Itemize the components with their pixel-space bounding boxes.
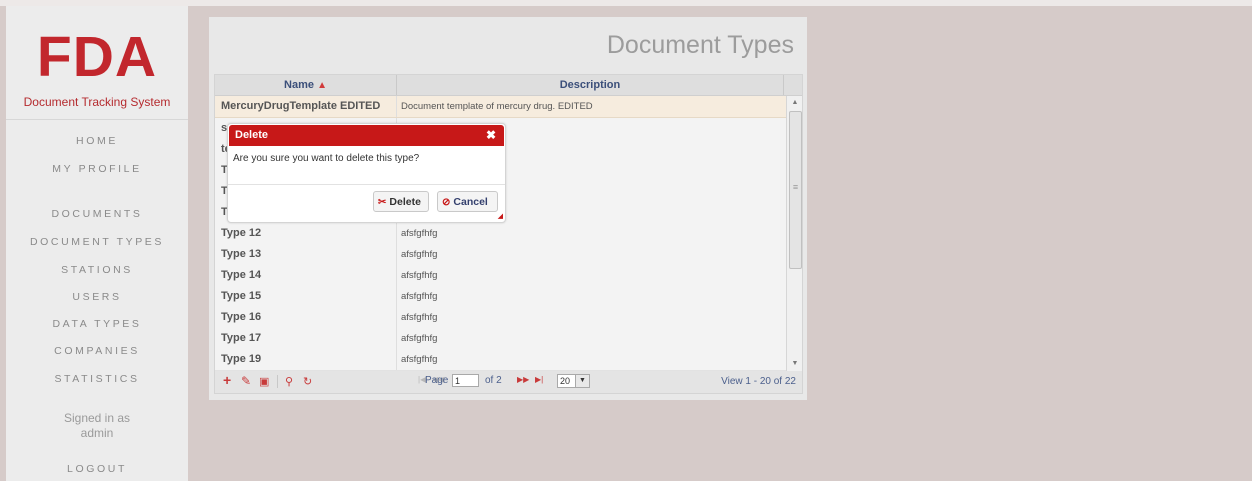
table-row[interactable]: Type 17 afsfgfhfg bbox=[215, 328, 786, 350]
page-count-label: of 2 bbox=[485, 375, 502, 386]
cancel-icon: ⊘ bbox=[442, 197, 451, 208]
page-label: Page bbox=[425, 375, 449, 386]
cell-name: Type 15 bbox=[215, 286, 397, 307]
column-header-name[interactable]: Name ▲ bbox=[215, 75, 397, 95]
add-icon[interactable]: + bbox=[223, 372, 231, 388]
cell-description: afsfgfhfg bbox=[401, 354, 438, 365]
scissors-icon: ✂ bbox=[378, 197, 387, 208]
logout-link[interactable]: LOGOUT bbox=[6, 463, 188, 475]
cancel-button-label: Cancel bbox=[453, 196, 488, 208]
table-row[interactable]: Type 19 afsfgfhfg bbox=[215, 349, 786, 371]
dialog-title: Delete bbox=[235, 129, 269, 141]
search-icon[interactable]: ⚲ bbox=[285, 375, 293, 388]
page-number-input[interactable]: 1 bbox=[452, 374, 479, 387]
sidebar-item-data-types[interactable]: DATA TYPES bbox=[6, 318, 188, 330]
view-count: View 1 - 20 of 22 bbox=[721, 376, 796, 387]
sidebar-item-statistics[interactable]: STATISTICS bbox=[6, 373, 188, 385]
column-header-name-label: Name bbox=[284, 79, 314, 91]
signed-in-user: admin bbox=[80, 426, 114, 440]
sidebar-item-home[interactable]: HOME bbox=[6, 135, 188, 147]
grid-header: Name ▲ Description bbox=[215, 75, 802, 96]
delete-icon[interactable]: ▣ bbox=[259, 375, 269, 388]
page-size-value: 20 bbox=[560, 376, 571, 386]
grid-pager: + ✎ ▣ ⚲ ↻ |◀ ◀◀ Page 1 of 2 ▶▶ ▶| 20 ▼ V… bbox=[214, 371, 803, 394]
delete-button-label: Delete bbox=[389, 196, 421, 208]
page-title: Document Types bbox=[606, 31, 794, 59]
sidebar-item-document-types[interactable]: DOCUMENT TYPES bbox=[6, 236, 188, 248]
table-row[interactable]: Type 14 afsfgfhfg bbox=[215, 265, 786, 287]
sidebar-item-companies[interactable]: COMPANIES bbox=[6, 345, 188, 357]
dialog-divider bbox=[228, 184, 505, 185]
scroll-down-icon[interactable]: ▼ bbox=[787, 357, 802, 371]
sidebar: FDA Document Tracking System HOME MY PRO… bbox=[6, 6, 188, 481]
page-size-select[interactable]: 20 ▼ bbox=[557, 374, 590, 388]
cell-name: Type 17 bbox=[215, 328, 397, 349]
dialog-titlebar[interactable]: Delete ✖ bbox=[229, 125, 504, 146]
cell-name: Type 19 bbox=[215, 349, 397, 370]
scroll-thumb[interactable]: ≡ bbox=[789, 111, 802, 269]
sidebar-item-documents[interactable]: DOCUMENTS bbox=[6, 208, 188, 220]
sidebar-divider bbox=[6, 119, 188, 120]
close-icon[interactable]: ✖ bbox=[486, 125, 496, 146]
table-row[interactable]: Type 12 afsfgfhfg bbox=[215, 223, 786, 245]
refresh-icon[interactable]: ↻ bbox=[303, 375, 312, 388]
app-logo[interactable]: FDA bbox=[6, 28, 188, 86]
sidebar-item-my-profile[interactable]: MY PROFILE bbox=[6, 163, 188, 175]
table-row[interactable]: Type 13 afsfgfhfg bbox=[215, 244, 786, 266]
cell-name: MercuryDrugTemplate EDITED bbox=[215, 96, 397, 117]
table-row[interactable]: MercuryDrugTemplate EDITED Document temp… bbox=[215, 96, 786, 118]
cell-description: afsfgfhfg bbox=[401, 291, 438, 302]
column-header-description[interactable]: Description bbox=[397, 75, 784, 95]
toolbar-divider bbox=[277, 375, 278, 388]
dialog-message: Are you sure you want to delete this typ… bbox=[233, 153, 420, 164]
document-types-grid: Name ▲ Description MercuryDrugTemplate E… bbox=[214, 74, 803, 372]
cell-description: afsfgfhfg bbox=[401, 333, 438, 344]
sort-asc-icon: ▲ bbox=[317, 80, 327, 91]
grid-scrollbar[interactable]: ▲ ≡ ▼ bbox=[786, 96, 802, 371]
cell-name: Type 14 bbox=[215, 265, 397, 286]
delete-button[interactable]: ✂ Delete bbox=[373, 191, 429, 212]
cell-name: Type 12 bbox=[215, 223, 397, 244]
cell-description: afsfgfhfg bbox=[401, 228, 438, 239]
next-page-icon[interactable]: ▶▶ bbox=[517, 375, 529, 384]
cell-description: afsfgfhfg bbox=[401, 270, 438, 281]
resize-grip-icon[interactable]: ◢ bbox=[498, 212, 503, 220]
grip-icon: ≡ bbox=[792, 182, 799, 192]
table-row[interactable]: Type 15 afsfgfhfg bbox=[215, 286, 786, 308]
delete-dialog: Delete ✖ Are you sure you want to delete… bbox=[227, 123, 506, 223]
app-subtitle: Document Tracking System bbox=[23, 95, 171, 109]
signed-in-label: Signed in as bbox=[63, 411, 131, 425]
last-page-icon[interactable]: ▶| bbox=[535, 375, 543, 384]
cell-name: Type 13 bbox=[215, 244, 397, 265]
sidebar-item-users[interactable]: USERS bbox=[6, 291, 188, 303]
cell-name: Type 16 bbox=[215, 307, 397, 328]
signed-in-status: Signed in as admin bbox=[6, 411, 188, 441]
sidebar-item-stations[interactable]: STATIONS bbox=[6, 264, 188, 276]
table-row[interactable]: Type 16 afsfgfhfg bbox=[215, 307, 786, 329]
cancel-button[interactable]: ⊘ Cancel bbox=[437, 191, 498, 212]
cell-description: afsfgfhfg bbox=[401, 312, 438, 323]
edit-icon[interactable]: ✎ bbox=[241, 374, 251, 388]
chevron-down-icon[interactable]: ▼ bbox=[575, 375, 589, 387]
cell-description: Document template of mercury drug. EDITE… bbox=[401, 101, 593, 112]
scroll-up-icon[interactable]: ▲ bbox=[787, 96, 802, 110]
cell-description: afsfgfhfg bbox=[401, 249, 438, 260]
